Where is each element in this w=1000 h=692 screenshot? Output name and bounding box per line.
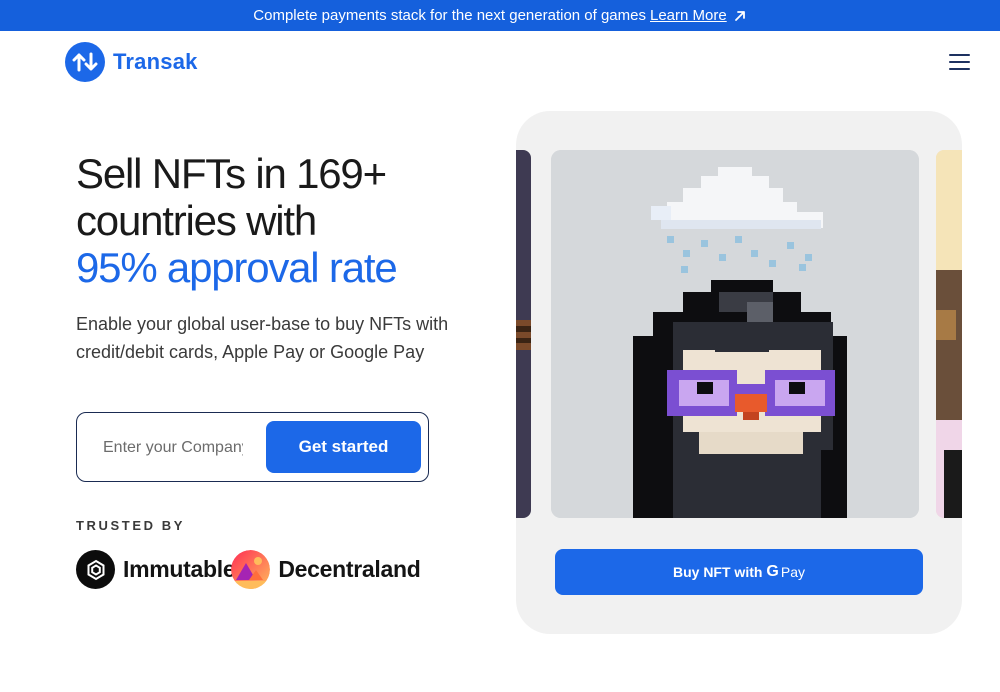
- google-g-letter: G: [766, 563, 779, 580]
- decentraland-logo-icon: [231, 550, 271, 589]
- partner-immutable-name: Immutable: [123, 556, 236, 582]
- next-nft-preview[interactable]: [936, 150, 962, 518]
- company-signup-form: Get started: [76, 412, 429, 482]
- hero-subtitle: Enable your global user-base to buy NFTs…: [76, 314, 449, 362]
- buy-nft-google-pay-button[interactable]: Buy NFT with G Pay: [555, 549, 923, 595]
- transak-arrows-icon: [65, 42, 105, 82]
- hamburger-menu-icon[interactable]: [948, 51, 972, 71]
- hero-title-line1: Sell NFTs in 169+: [76, 150, 387, 197]
- get-started-button[interactable]: Get started: [266, 421, 421, 473]
- announcement-banner: Complete payments stack for the next gen…: [0, 0, 1000, 31]
- partner-logos: Immutable Decentraland: [76, 550, 421, 589]
- partner-decentraland-name: Decentraland: [278, 556, 421, 582]
- transak-logo[interactable]: Transak: [65, 42, 198, 82]
- prev-nft-preview[interactable]: [516, 150, 531, 518]
- partner-immutable: Immutable: [76, 550, 236, 589]
- immutable-logo-icon: [76, 550, 115, 589]
- brand-name: Transak: [113, 49, 198, 74]
- hero-title: Sell NFTs in 169+ countries with 95% app…: [76, 150, 496, 291]
- learn-more-link[interactable]: Learn More: [650, 7, 747, 24]
- nft-showcase-card: Buy NFT with G Pay: [516, 111, 962, 634]
- hero-title-accent: 95% approval rate: [76, 244, 398, 291]
- google-pay-word: Pay: [780, 564, 805, 580]
- trusted-by-heading: TRUSTED BY: [76, 518, 186, 533]
- arrow-up-right-icon: [734, 10, 745, 21]
- banner-text: Complete payments stack for the next gen…: [253, 7, 646, 24]
- nft-penguin-image: [551, 150, 919, 518]
- google-pay-icon: G Pay: [766, 563, 805, 581]
- company-name-input[interactable]: [103, 435, 243, 461]
- partner-decentraland: Decentraland: [231, 550, 421, 589]
- learn-more-label: Learn More: [650, 7, 727, 24]
- buy-nft-label: Buy NFT with: [672, 564, 763, 580]
- hero-title-line2: countries with: [76, 197, 317, 244]
